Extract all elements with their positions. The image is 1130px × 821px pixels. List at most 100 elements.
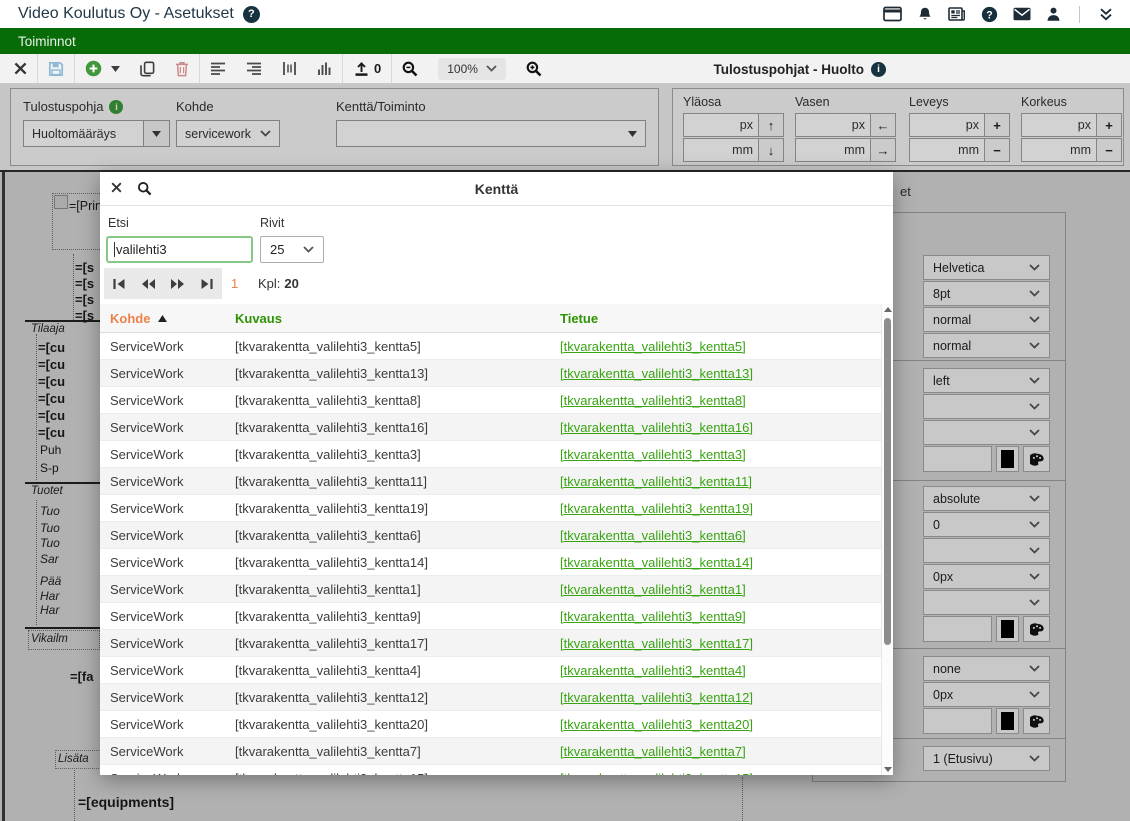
column-kohde[interactable]: Kohde [110, 304, 167, 333]
tietue-link[interactable]: [tkvarakentta_valilehti3_kentta14] [560, 555, 753, 570]
distribute-icon [282, 61, 297, 76]
tietue-link[interactable]: [tkvarakentta_valilehti3_kentta1] [560, 582, 746, 597]
align-right-icon [246, 62, 262, 76]
titlebar: Video Koulutus Oy - Asetukset ? ? [0, 0, 1130, 28]
table-row[interactable]: ServiceWork[tkvarakentta_valilehti3_kent… [100, 738, 881, 765]
tietue-link[interactable]: [tkvarakentta_valilehti3_kentta19] [560, 501, 753, 516]
trash-icon [175, 61, 189, 77]
tietue-link[interactable]: [tkvarakentta_valilehti3_kentta4] [560, 663, 746, 678]
copy-icon[interactable] [130, 54, 165, 83]
tietue-link[interactable]: [tkvarakentta_valilehti3_kentta6] [560, 528, 746, 543]
upload-icon[interactable]: 0 [343, 54, 391, 83]
table-row[interactable]: ServiceWork[tkvarakentta_valilehti3_kent… [100, 711, 881, 738]
cell-tietue: [tkvarakentta_valilehti3_kentta9] [560, 603, 746, 630]
tietue-link[interactable]: [tkvarakentta_valilehti3_kentta3] [560, 447, 746, 462]
page-title-text: Tulostuspohjat - Huolto [714, 62, 864, 77]
cell-tietue: [tkvarakentta_valilehti3_kentta13] [560, 360, 753, 387]
search-input[interactable]: valilehti3 [106, 236, 253, 263]
cell-kuvaus: [tkvarakentta_valilehti3_kentta12] [235, 684, 428, 711]
cell-tietue: [tkvarakentta_valilehti3_kentta1] [560, 576, 746, 603]
cell-kuvaus: [tkvarakentta_valilehti3_kentta9] [235, 603, 421, 630]
tietue-link[interactable]: [tkvarakentta_valilehti3_kentta15] [560, 771, 753, 775]
help-icon[interactable]: ? [981, 6, 998, 23]
table-row[interactable]: ServiceWork[tkvarakentta_valilehti3_kent… [100, 603, 881, 630]
zoom-out-icon[interactable] [392, 54, 428, 83]
cell-tietue: [tkvarakentta_valilehti3_kentta16] [560, 414, 753, 441]
cell-kuvaus: [tkvarakentta_valilehti3_kentta11] [235, 468, 427, 495]
tietue-link[interactable]: [tkvarakentta_valilehti3_kentta5] [560, 339, 746, 354]
window-icon[interactable] [883, 6, 902, 22]
current-page[interactable]: 1 [231, 268, 238, 299]
cell-tietue: [tkvarakentta_valilehti3_kentta6] [560, 522, 746, 549]
cell-kohde: ServiceWork [110, 684, 183, 711]
column-tietue[interactable]: Tietue [560, 304, 598, 333]
table-row[interactable]: ServiceWork[tkvarakentta_valilehti3_kent… [100, 549, 881, 576]
caret-down-icon [111, 66, 120, 72]
tietue-link[interactable]: [tkvarakentta_valilehti3_kentta12] [560, 690, 753, 705]
histogram-icon[interactable] [307, 54, 342, 83]
collapse-chevrons-icon[interactable] [1098, 6, 1114, 22]
tietue-link[interactable]: [tkvarakentta_valilehti3_kentta11] [560, 474, 752, 489]
table-row[interactable]: ServiceWork[tkvarakentta_valilehti3_kent… [100, 765, 881, 775]
table-row[interactable]: ServiceWork[tkvarakentta_valilehti3_kent… [100, 522, 881, 549]
info-icon[interactable]: i [871, 62, 886, 77]
save-icon[interactable] [38, 54, 74, 83]
close-icon[interactable] [4, 54, 37, 83]
tietue-link[interactable]: [tkvarakentta_valilehti3_kentta17] [560, 636, 753, 651]
tietue-link[interactable]: [tkvarakentta_valilehti3_kentta7] [560, 744, 746, 759]
table-row[interactable]: ServiceWork[tkvarakentta_valilehti3_kent… [100, 387, 881, 414]
table-row[interactable]: ServiceWork [tkvarakentta_valilehti3_kent… [100, 414, 881, 441]
last-page-button[interactable] [195, 272, 219, 296]
trash-icon[interactable] [165, 54, 199, 83]
cell-tietue: [tkvarakentta_valilehti3_kentta11] [560, 468, 752, 495]
copy-icon [140, 61, 155, 77]
zoom-level-select[interactable]: 100% [438, 58, 506, 80]
distribute-icon[interactable] [272, 54, 307, 83]
cell-tietue: [tkvarakentta_valilehti3_kentta17] [560, 630, 753, 657]
scrollbar-thumb[interactable] [884, 318, 891, 645]
bell-icon[interactable] [917, 6, 933, 23]
search-icon[interactable] [137, 181, 152, 196]
cell-kohde: ServiceWork [110, 576, 183, 603]
table-row[interactable]: ServiceWork[tkvarakentta_valilehti3_kent… [100, 333, 881, 360]
column-kuvaus[interactable]: Kuvaus [235, 304, 282, 333]
add-icon[interactable] [75, 54, 130, 83]
table-row[interactable]: ServiceWork[tkvarakentta_valilehti3_kent… [100, 495, 881, 522]
table-row[interactable]: ServiceWork[tkvarakentta_valilehti3_kent… [100, 360, 881, 387]
tietue-link[interactable]: [tkvarakentta_valilehti3_kentta16] [560, 420, 753, 435]
tietue-link[interactable]: [tkvarakentta_valilehti3_kentta9] [560, 609, 746, 624]
page-title: Tulostuspohjat - Huolto i [714, 54, 886, 84]
first-page-button[interactable] [107, 272, 131, 296]
cell-tietue: [tkvarakentta_valilehti3_kentta7] [560, 738, 746, 765]
cell-tietue: [tkvarakentta_valilehti3_kentta12] [560, 684, 753, 711]
pagination [104, 268, 222, 299]
content-area: Tulostuspohja i Huoltomääräys Kohde serv… [0, 84, 1130, 821]
tietue-link[interactable]: [tkvarakentta_valilehti3_kentta20] [560, 717, 753, 732]
zoom-in-icon[interactable] [516, 54, 552, 83]
scroll-down-icon[interactable] [882, 767, 893, 772]
scroll-up-icon[interactable] [882, 307, 893, 312]
prev-page-button[interactable] [136, 272, 160, 296]
next-page-button[interactable] [166, 272, 190, 296]
align-right-icon[interactable] [236, 54, 272, 83]
table-row[interactable]: ServiceWork[tkvarakentta_valilehti3_kent… [100, 657, 881, 684]
zoom-level-select[interactable]: 100% [428, 54, 516, 83]
table-row[interactable]: ServiceWork[tkvarakentta_valilehti3_kent… [100, 468, 881, 495]
table-row[interactable]: ServiceWork [tkvarakentta_valilehti3_kent… [100, 576, 881, 603]
tietue-link[interactable]: [tkvarakentta_valilehti3_kentta13] [560, 366, 753, 381]
tietue-link[interactable]: [tkvarakentta_valilehti3_kentta8] [560, 393, 746, 408]
modal-scrollbar[interactable] [881, 304, 893, 775]
align-left-icon[interactable] [200, 54, 236, 83]
news-icon[interactable] [948, 6, 966, 22]
rows-per-page-select[interactable]: 25 [260, 236, 324, 263]
table-row[interactable]: ServiceWork[tkvarakentta_valilehti3_kent… [100, 630, 881, 657]
cell-kuvaus: [tkvarakentta_valilehti3_kentta5] [235, 333, 421, 360]
mail-icon[interactable] [1013, 7, 1031, 21]
menu-toiminnot[interactable]: Toiminnot [18, 34, 76, 49]
cell-kohde: ServiceWork [110, 414, 183, 441]
table-row[interactable]: ServiceWork[tkvarakentta_valilehti3_kent… [100, 441, 881, 468]
table-row[interactable]: ServiceWork [tkvarakentta_valilehti3_kent… [100, 684, 881, 711]
user-icon[interactable] [1046, 6, 1061, 22]
close-icon[interactable] [111, 182, 122, 193]
help-badge-icon[interactable]: ? [243, 6, 260, 23]
